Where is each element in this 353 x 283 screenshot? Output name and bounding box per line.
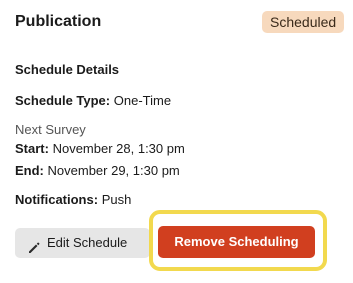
panel-title: Publication (15, 13, 102, 30)
schedule-type-row: Schedule Type: One-Time (15, 92, 171, 110)
start-value: November 28, 1:30 pm (52, 141, 185, 156)
status-badge: Scheduled (262, 11, 345, 33)
schedule-details-heading: Schedule Details (15, 62, 120, 77)
publication-panel: Publication Scheduled Schedule Details S… (0, 0, 353, 283)
edit-schedule-button[interactable]: Edit Schedule (15, 228, 150, 258)
notifications-label: Notifications: (15, 192, 99, 207)
notifications-row: Notifications: Push (15, 191, 131, 209)
pencil-icon (27, 236, 41, 253)
end-label: End: (15, 163, 44, 178)
end-value: November 29, 1:30 pm (47, 163, 180, 178)
schedule-type-value: One-Time (113, 93, 172, 108)
notifications-value: Push (101, 192, 132, 207)
edit-schedule-label: Edit Schedule (47, 235, 128, 250)
schedule-type-label: Schedule Type: (15, 93, 111, 108)
start-label: Start: (15, 141, 49, 156)
next-survey-label: Next Survey (15, 122, 86, 137)
start-row: Start: November 28, 1:30 pm (15, 140, 185, 158)
end-row: End: November 29, 1:30 pm (15, 162, 180, 180)
remove-scheduling-button[interactable]: Remove Scheduling (158, 226, 315, 258)
